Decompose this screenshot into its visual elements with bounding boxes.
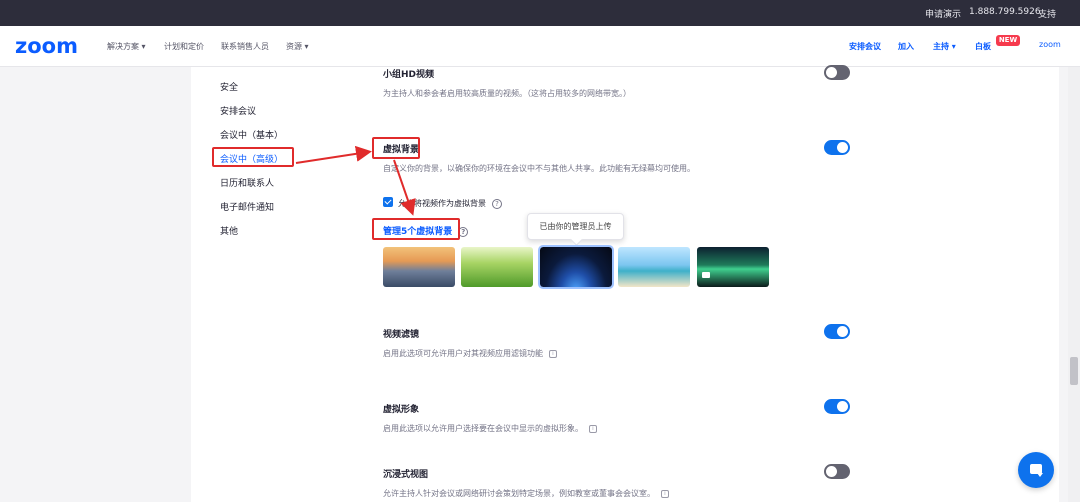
video-filters-desc-row: 启用此选项可允许用户对其视频应用滤镜功能 i [383, 348, 557, 359]
nav-join-meeting[interactable]: 加入 [898, 41, 914, 52]
video-filters-toggle[interactable] [824, 324, 850, 339]
info-icon[interactable]: i [661, 489, 669, 498]
nav-resources[interactable]: 资源 ▾ [286, 41, 309, 52]
video-camera-icon [702, 272, 710, 278]
nav-schedule-meeting[interactable]: 安排会议 [849, 41, 881, 52]
zoom-logo[interactable]: zoom [15, 34, 78, 58]
new-badge: NEW [996, 35, 1020, 46]
group-hd-toggle[interactable] [824, 65, 850, 80]
allow-video-bg-label-row: 允许将视频作为虚拟背景? [398, 198, 502, 209]
sidebar-item-calendar-contacts[interactable]: 日历和联系人 [220, 176, 274, 189]
chat-support-button[interactable] [1018, 452, 1054, 488]
avatars-toggle[interactable] [824, 399, 850, 414]
annotation-box-sidebar [212, 147, 294, 167]
request-demo-link[interactable]: 申请演示 [925, 7, 961, 20]
nav-zoom-link[interactable]: zoom [1039, 40, 1061, 49]
avatars-title: 虚拟形象 [383, 405, 420, 415]
immersive-view-desc: 允许主持人针对会议或网络研讨会策划特定场景，例如教室或董事会会议室。 [383, 489, 655, 498]
bg-thumb-earth-from-space[interactable] [538, 245, 614, 289]
toggle-knob [837, 401, 848, 412]
avatars-desc-row: 启用此选项以允许用户选择要在会议中显示的虚拟形象。 i [383, 423, 597, 434]
info-icon[interactable]: i [549, 349, 557, 358]
toggle-knob [826, 67, 837, 78]
bg-thumb-aurora-video[interactable] [697, 247, 769, 287]
sidebar-item-in-meeting-basic[interactable]: 会议中（基本） [220, 128, 283, 141]
bg-thumb-beach-palm[interactable] [618, 247, 690, 287]
bg-thumb-grass[interactable] [461, 247, 533, 287]
nav-plans-pricing[interactable]: 计划和定价 [164, 41, 204, 52]
scrollbar-thumb[interactable] [1070, 357, 1078, 385]
video-filters-title: 视频滤镜 [383, 330, 420, 340]
main-navigation: zoom 解决方案 ▾ 计划和定价 联系销售人员 资源 ▾ 安排会议 加入 主持… [0, 26, 1080, 67]
nav-whiteboard[interactable]: 白板 [975, 41, 991, 52]
toggle-knob [837, 326, 848, 337]
video-filters-desc: 启用此选项可允许用户对其视频应用滤镜功能 [383, 349, 543, 358]
nav-solutions[interactable]: 解决方案 ▾ [107, 41, 146, 52]
virtual-bg-desc: 自定义你的背景，以确保你的环境在会议中不与其他人共享。此功能有无绿幕均可使用。 [383, 164, 695, 173]
info-icon[interactable]: i [589, 424, 597, 433]
chat-bubble-tail [1037, 473, 1043, 477]
immersive-view-toggle[interactable] [824, 464, 850, 479]
toggle-knob [826, 466, 837, 477]
nav-contact-sales[interactable]: 联系销售人员 [221, 41, 269, 52]
sidebar-item-other[interactable]: 其他 [220, 224, 238, 237]
allow-video-bg-label: 允许将视频作为虚拟背景 [398, 199, 486, 208]
sidebar-item-security[interactable]: 安全 [220, 80, 238, 93]
immersive-view-title: 沉浸式视图 [383, 470, 429, 480]
immersive-view-desc-row: 允许主持人针对会议或网络研讨会策划特定场景，例如教室或董事会会议室。 i [383, 488, 669, 499]
admin-upload-tooltip: 已由你的管理员上传 [527, 213, 624, 240]
annotation-box-manage [372, 218, 460, 240]
group-hd-title: 小组HD视频 [383, 70, 435, 80]
top-utility-bar: 申请演示 1.888.799.5926 支持 [0, 0, 1080, 26]
sidebar-item-email-notifications[interactable]: 电子邮件通知 [220, 200, 274, 213]
allow-video-bg-checkbox[interactable] [383, 197, 393, 207]
virtual-bg-toggle[interactable] [824, 140, 850, 155]
group-hd-desc: 为主持人和参会者启用较高质量的视频。（这将占用较多的网络带宽。） [383, 89, 631, 98]
avatars-desc: 启用此选项以允许用户选择要在会议中显示的虚拟形象。 [383, 424, 583, 433]
bg-thumb-golden-gate-bridge[interactable] [383, 247, 455, 287]
annotation-box-virtual-bg [372, 137, 420, 159]
support-link[interactable]: 支持 [1038, 7, 1056, 20]
phone-number: 1.888.799.5926 [969, 7, 1041, 17]
nav-host-meeting[interactable]: 主持 ▾ [933, 41, 956, 52]
sidebar-item-schedule-meeting[interactable]: 安排会议 [220, 104, 256, 117]
help-icon[interactable]: ? [492, 198, 502, 209]
page-scrollbar[interactable] [1068, 67, 1080, 502]
toggle-knob [837, 142, 848, 153]
